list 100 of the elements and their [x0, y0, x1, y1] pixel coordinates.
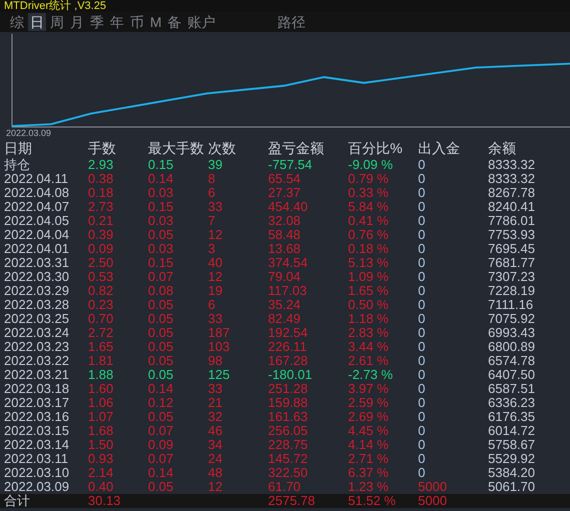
percent-cell-text: 3.97 % — [348, 382, 390, 396]
date-cell-text: 2022.04.11 — [3, 172, 70, 186]
tab[interactable]: 月 — [68, 13, 86, 31]
flow-cell-text: 0 — [418, 284, 426, 298]
flow-cell-text: 0 — [418, 158, 426, 172]
trades-cell-text: 34 — [208, 438, 224, 452]
tab[interactable]: 账户 — [186, 13, 218, 31]
trades-cell-text: 7 — [208, 214, 216, 228]
trades-cell-text: 21 — [208, 396, 224, 410]
flow-cell-text: 0 — [418, 438, 426, 452]
max-lots-cell-text: 0.14 — [148, 466, 174, 480]
date-cell-text: 2022.03.10 — [3, 466, 70, 480]
percent-cell-text: 0.76 % — [348, 228, 390, 242]
tab[interactable]: M — [148, 13, 164, 31]
max-lots-cell-text: 0.08 — [148, 284, 174, 298]
lots-cell-text: 1.68 — [88, 424, 114, 438]
max-lots-cell-text: 0.03 — [148, 214, 174, 228]
flow-cell-text: 5000 — [418, 480, 448, 494]
balance-cell-text: 6336.23 — [488, 396, 536, 410]
pnl-cell-text: 82.49 — [268, 312, 302, 326]
tab[interactable]: 备 — [166, 13, 184, 31]
trades-cell-text: 8 — [208, 172, 216, 186]
tab[interactable]: 年 — [108, 13, 126, 31]
flow-cell-text: 0 — [418, 354, 426, 368]
percent-cell-text: 3.44 % — [348, 340, 390, 354]
max-lots-cell-text: 0.05 — [148, 298, 174, 312]
balance-cell-text: 7228.19 — [488, 284, 536, 298]
lots-cell-text: 2.93 — [88, 158, 114, 172]
max-lots-cell-text: 0.12 — [148, 396, 174, 410]
tab[interactable]: 周 — [48, 13, 66, 31]
pnl-cell-text: 251.28 — [268, 382, 309, 396]
pnl-cell-text: 65.54 — [268, 172, 302, 186]
balance-cell-text: 7111.16 — [488, 298, 534, 312]
lots-cell-text: 0.09 — [88, 242, 114, 256]
lots-cell-text: 1.81 — [88, 354, 114, 368]
flow-cell-text: 0 — [418, 186, 426, 200]
percent-cell-text: 4.14 % — [348, 438, 390, 452]
max-lots-cell-text: 0.05 — [148, 354, 174, 368]
balance-cell-text: 7786.01 — [488, 214, 536, 228]
max-lots-cell-text: 0.07 — [148, 452, 174, 466]
pnl-cell-text: -757.54 — [268, 158, 314, 172]
column-header: 最大手数 — [148, 141, 205, 155]
tab[interactable]: 路径 — [276, 13, 308, 31]
lots-cell-text: 0.23 — [88, 298, 114, 312]
lots-cell-text: 1.06 — [88, 396, 114, 410]
date-cell-text: 2022.04.05 — [3, 214, 70, 228]
max-lots-cell-text: 0.09 — [148, 438, 174, 452]
balance-cell-text: 5758.67 — [488, 438, 536, 452]
pnl-cell-text: 159.88 — [268, 396, 309, 410]
tab[interactable]: 综 — [8, 13, 26, 31]
tab[interactable]: 日 — [28, 13, 46, 31]
date-cell-text: 2022.03.25 — [3, 312, 70, 326]
lots-cell-text: 2.72 — [88, 326, 114, 340]
trades-cell-text: 6 — [208, 298, 216, 312]
column-header: 盈亏金额 — [268, 141, 325, 155]
max-lots-cell-text: 0.05 — [148, 340, 174, 354]
percent-cell-text: 2.59 % — [348, 396, 390, 410]
trades-cell-text: 187 — [208, 326, 231, 340]
pnl-cell-text: 322.50 — [268, 466, 309, 480]
window-title: MTDriver统计 ,V3.25 — [0, 0, 570, 12]
date-cell-text: 2022.03.17 — [3, 396, 70, 410]
flow-cell-text: 0 — [418, 410, 426, 424]
flow-cell-text: 0 — [418, 382, 426, 396]
max-lots-cell-text: 0.05 — [148, 326, 174, 340]
percent-cell-text: 2.61 % — [348, 354, 390, 368]
percent-cell-text: 0.41 % — [348, 214, 390, 228]
pnl-cell-text: 228.75 — [268, 438, 309, 452]
pnl-cell-text: 117.03 — [268, 284, 308, 298]
max-lots-cell-text: 0.14 — [148, 382, 174, 396]
pnl-cell-text: 192.54 — [268, 326, 309, 340]
date-cell-text: 2022.04.01 — [3, 242, 70, 256]
lots-cell-text: 0.38 — [88, 172, 114, 186]
lots-cell-text: 0.18 — [88, 186, 114, 200]
tab[interactable]: 季 — [88, 13, 106, 31]
pnl-cell-text: 161.63 — [268, 410, 309, 424]
lots-cell-text: 0.40 — [88, 480, 114, 494]
balance-cell-text: 8240.41 — [488, 200, 536, 214]
balance-cell-text: 5529.92 — [488, 452, 536, 466]
trades-cell-text: 12 — [208, 480, 224, 494]
date-cell-text: 2022.03.22 — [3, 354, 70, 368]
trades-cell-text: 6 — [208, 186, 216, 200]
date-cell-text: 2022.03.11 — [3, 452, 70, 466]
flow-cell-text: 0 — [418, 368, 426, 382]
max-lots-cell-text: 0.07 — [148, 424, 174, 438]
balance-cell-text: 7695.45 — [488, 242, 536, 256]
balance-cell-text: 7681.77 — [488, 256, 536, 270]
date-cell-text: 2022.03.14 — [3, 438, 70, 452]
date-cell-text: 2022.03.23 — [3, 340, 70, 354]
lots-cell-text: 0.39 — [88, 228, 114, 242]
flow-cell-text: 0 — [418, 270, 426, 284]
lots-cell-text: 2.73 — [88, 200, 114, 214]
percent-cell-text: 1.23 % — [348, 480, 390, 494]
trades-cell-text: 3 — [208, 242, 216, 256]
balance-cell-text: 6014.72 — [488, 424, 536, 438]
date-cell-text: 持仓 — [3, 158, 31, 172]
tab[interactable]: 币 — [128, 13, 146, 31]
percent-cell-text: 6.37 % — [348, 466, 390, 480]
axis-label: 2022.03.09 — [6, 128, 52, 138]
max-lots-cell-text: 0.05 — [148, 368, 174, 382]
trades-cell-text: 125 — [208, 368, 231, 382]
